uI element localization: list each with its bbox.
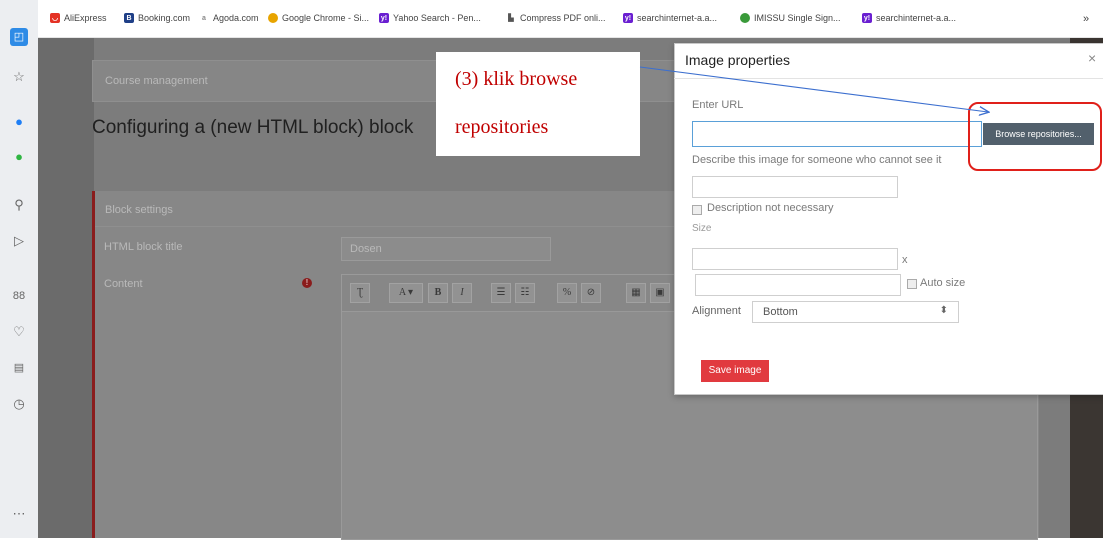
yahoo-icon: y!	[623, 13, 633, 23]
more-icon[interactable]: ⋯	[10, 505, 28, 523]
bookmarks-overflow-button[interactable]: »	[1083, 13, 1089, 25]
describe-label: Describe this image for someone who cann…	[692, 154, 942, 166]
yahoo-icon: y!	[862, 13, 872, 23]
width-input[interactable]	[692, 248, 898, 270]
block-settings-title: Block settings	[105, 204, 173, 216]
news-icon[interactable]: ▤	[10, 359, 28, 377]
alignment-select[interactable]: Bottom ⬍	[752, 301, 959, 323]
bookmark-booking[interactable]: B Booking.com	[124, 13, 190, 23]
browser-sidebar: ◰ ☆ ● ● ⚲ ▷ 88 ♡ ▤ ◷ ⋯	[0, 0, 39, 538]
html-block-title-label: HTML block title	[104, 241, 183, 253]
size-times-label: x	[902, 254, 908, 266]
html-block-title-value: Dosen	[350, 243, 382, 255]
messenger-icon[interactable]: ●	[10, 113, 28, 131]
bookmark-yahoo[interactable]: y! Yahoo Search - Pen...	[379, 13, 481, 23]
send-icon[interactable]: ▷	[10, 232, 28, 250]
alignment-label: Alignment	[692, 305, 741, 317]
star-icon[interactable]: ☆	[10, 68, 28, 86]
toolbar-bullet-list-button[interactable]: ☰	[491, 283, 511, 303]
dialog-divider	[674, 78, 1103, 79]
toolbar-toggle-button[interactable]: Ʈ	[350, 283, 370, 303]
alignment-value: Bottom	[763, 306, 798, 318]
toolbar-image-button[interactable]: ▦	[626, 283, 646, 303]
apps-icon[interactable]: 88	[10, 287, 28, 305]
history-icon[interactable]: ◷	[10, 395, 28, 413]
highlight-box	[968, 102, 1102, 171]
description-input[interactable]	[692, 176, 898, 198]
yahoo-icon: y!	[379, 13, 389, 23]
whatsapp-icon[interactable]: ●	[10, 148, 28, 166]
url-input[interactable]	[692, 121, 982, 147]
search-icon[interactable]: ⚲	[10, 196, 28, 214]
toolbar-numbered-list-button[interactable]: ☷	[515, 283, 535, 303]
browser-home-icon[interactable]: ◰	[10, 28, 28, 46]
toolbar-media-button[interactable]: ▣	[650, 283, 670, 303]
toolbar-italic-button[interactable]: I	[452, 283, 472, 303]
block-settings-header[interactable]: Block settings	[95, 192, 675, 227]
close-icon[interactable]: ×	[1088, 50, 1096, 66]
save-image-button[interactable]: Save image	[701, 360, 769, 382]
toolbar-link-button[interactable]: %	[557, 283, 577, 303]
breadcrumb-item[interactable]: Course management	[105, 75, 208, 87]
heart-icon[interactable]: ♡	[10, 323, 28, 341]
bookmark-compress-pdf[interactable]: ▙ Compress PDF onli...	[506, 13, 605, 23]
size-label: Size	[692, 223, 712, 234]
toolbar-unlink-button[interactable]: ⊘	[581, 283, 601, 303]
booking-icon: B	[124, 13, 134, 23]
annotation-line-2: repositories	[455, 116, 549, 138]
select-caret-icon: ⬍	[939, 305, 948, 316]
agoda-icon: a	[202, 14, 206, 22]
aliexpress-icon: ◡	[50, 13, 60, 23]
auto-size-label: Auto size	[920, 277, 966, 289]
description-not-necessary-label: Description not necessary	[707, 202, 834, 214]
chrome-icon	[268, 13, 278, 23]
dialog-title: Image properties	[685, 52, 791, 68]
content-label: Content	[104, 278, 143, 290]
required-icon: !	[302, 278, 312, 288]
bookmark-searchinternet-2[interactable]: y! searchinternet-a.a...	[862, 13, 956, 23]
pdf-icon: ▙	[508, 15, 514, 22]
page-title: Configuring a (new HTML block) block	[92, 117, 414, 138]
height-input[interactable]	[695, 274, 901, 296]
toolbar-font-color-button[interactable]: A ▾	[389, 283, 423, 303]
annotation-line-1: (3) klik browse	[455, 68, 578, 90]
html-block-title-input[interactable]: Dosen	[341, 237, 551, 261]
bookmark-imissu[interactable]: IMISSU Single Sign...	[740, 13, 841, 23]
toolbar-bold-button[interactable]: B	[428, 283, 448, 303]
bookmark-searchinternet-1[interactable]: y! searchinternet-a.a...	[623, 13, 717, 23]
auto-size-checkbox[interactable]	[907, 279, 917, 289]
page-left-gutter	[38, 38, 94, 538]
description-not-necessary-checkbox[interactable]	[692, 205, 702, 215]
bookmark-chrome[interactable]: Google Chrome - Si...	[268, 13, 369, 23]
bookmark-agoda[interactable]: a Agoda.com	[199, 13, 258, 23]
url-label: Enter URL	[692, 99, 744, 111]
bookmark-aliexpress[interactable]: ◡ AliExpress	[50, 13, 107, 23]
image-properties-dialog	[674, 43, 1103, 395]
imissu-icon	[740, 13, 750, 23]
